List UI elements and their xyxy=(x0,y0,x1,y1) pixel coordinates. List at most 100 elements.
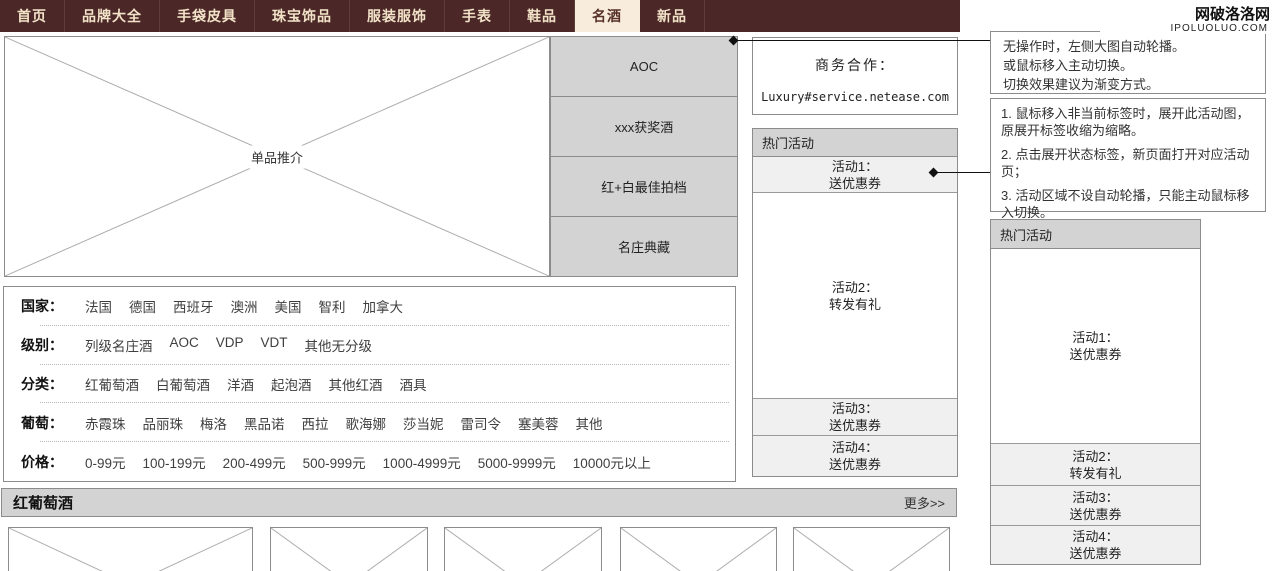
filter-label-grape: 葡萄： xyxy=(21,414,63,431)
filter-option[interactable]: 其他红酒 xyxy=(329,374,383,394)
filter-option[interactable]: 智利 xyxy=(319,296,346,316)
filter-row-country: 国家： 法国 德国 西班牙 澳洲 美国 智利 加拿大 xyxy=(4,287,735,326)
filter-option[interactable]: 起泡酒 xyxy=(271,374,312,394)
product-placeholder[interactable] xyxy=(793,527,950,571)
right-activity-tab-2[interactable]: 活动2： 转发有礼 xyxy=(991,444,1200,486)
activity-2-line2: 转发有礼 xyxy=(828,296,881,312)
filter-option[interactable]: 1000-4999元 xyxy=(383,452,461,472)
filter-option[interactable]: 加拿大 xyxy=(363,296,404,316)
carousel-tab-best-pairing[interactable]: 红+白最佳拍档 xyxy=(551,157,737,217)
filter-option[interactable]: 其他 xyxy=(576,413,603,433)
carousel-tab-aoc[interactable]: AOC xyxy=(551,37,737,97)
filter-label-price: 价格： xyxy=(21,453,63,470)
activity-4-line1: 活动4： xyxy=(1072,529,1119,544)
watermark-title: 网破洛洛网 xyxy=(1194,6,1270,23)
right-activity-tab-1-expanded[interactable]: 活动1： 送优惠券 xyxy=(991,249,1200,444)
filter-option[interactable]: VDP xyxy=(216,335,244,355)
nav-item-bags-leather[interactable]: 手袋皮具 xyxy=(160,0,255,32)
hot-activities-panel-hover-state: 热门活动 活动1： 送优惠券 活动2： 转发有礼 活动3： 送优惠券 活动4： … xyxy=(990,219,1201,565)
filter-option[interactable]: 法国 xyxy=(85,296,112,316)
filter-option[interactable]: 澳洲 xyxy=(231,296,258,316)
placeholder-cross-icon xyxy=(9,528,252,571)
carousel-tab-famous-collection[interactable]: 名庄典藏 xyxy=(551,217,737,276)
right-activity-tab-3[interactable]: 活动3： 送优惠券 xyxy=(991,486,1200,526)
filter-option[interactable]: 塞美蓉 xyxy=(518,413,559,433)
filter-option[interactable]: 红葡萄酒 xyxy=(85,374,139,394)
activity-tab-4[interactable]: 活动4： 送优惠券 xyxy=(753,436,957,476)
filter-option[interactable]: 赤霞珠 xyxy=(85,413,126,433)
featured-carousel-placeholder[interactable]: 单品推介 xyxy=(4,36,550,277)
filter-option[interactable]: 0-99元 xyxy=(85,452,126,472)
filter-option[interactable]: 西拉 xyxy=(302,413,329,433)
activity-3-line2: 送优惠券 xyxy=(828,418,881,433)
product-placeholder[interactable] xyxy=(620,527,777,571)
watermark-domain: IPOLUOLUO.COM xyxy=(1100,23,1270,34)
activity-tab-1[interactable]: 活动1： 送优惠券 xyxy=(753,157,957,193)
filter-option[interactable]: 10000元以上 xyxy=(573,452,651,472)
annotation-box-activities: 1. 鼠标移入非当前标签时，展开此活动图，原展开标签收缩为缩略。 2. 点击展开… xyxy=(990,98,1266,220)
top-nav: 首页 品牌大全 手袋皮具 珠宝饰品 服装服饰 手表 鞋品 名酒 新品 xyxy=(0,0,960,32)
filter-option[interactable]: 雷司令 xyxy=(461,413,502,433)
section-title-red-wine: 红葡萄酒 xyxy=(13,495,74,512)
filter-option[interactable]: 洋酒 xyxy=(227,374,254,394)
nav-item-watches[interactable]: 手表 xyxy=(445,0,510,32)
right-activity-tab-4[interactable]: 活动4： 送优惠券 xyxy=(991,526,1200,564)
product-placeholder[interactable] xyxy=(444,527,602,571)
business-coop-email: Luxury#service.netease.com xyxy=(761,90,949,104)
hot-activities-panel: 热门活动 活动1： 送优惠券 活动2： 转发有礼 活动3： 送优惠券 活动4： … xyxy=(752,128,958,477)
nav-item-jewelry[interactable]: 珠宝饰品 xyxy=(255,0,350,32)
red-wine-section-bar: 红葡萄酒 更多>> xyxy=(1,488,957,517)
activity-2-line1: 活动2： xyxy=(831,279,879,295)
activity-3-line1: 活动3： xyxy=(831,401,879,416)
activity-1-line1: 活动1： xyxy=(831,158,879,174)
filter-option[interactable]: 200-499元 xyxy=(223,452,286,472)
filter-option[interactable]: AOC xyxy=(170,335,199,355)
filter-row-price: 价格： 0-99元 100-199元 200-499元 500-999元 100… xyxy=(4,442,735,481)
product-placeholder[interactable] xyxy=(8,527,253,571)
filter-option[interactable]: 黑品诺 xyxy=(244,413,285,433)
nav-item-home[interactable]: 首页 xyxy=(0,0,65,32)
filter-option[interactable]: 美国 xyxy=(275,296,302,316)
filter-option[interactable]: 梅洛 xyxy=(200,413,227,433)
filter-option[interactable]: 500-999元 xyxy=(303,452,366,472)
filter-row-category: 分类： 红葡萄酒 白葡萄酒 洋酒 起泡酒 其他红酒 酒具 xyxy=(4,365,735,404)
filter-option[interactable]: 100-199元 xyxy=(143,452,206,472)
filter-option[interactable]: 歌海娜 xyxy=(346,413,387,433)
filter-option[interactable]: 列级名庄酒 xyxy=(85,335,153,355)
carousel-tab-award-wine[interactable]: xxx获奖酒 xyxy=(551,97,737,157)
nav-item-new[interactable]: 新品 xyxy=(640,0,705,32)
activity-4-line2: 送优惠券 xyxy=(1069,546,1122,561)
annotation-connector-carousel xyxy=(728,35,990,46)
filter-option[interactable]: VDT xyxy=(261,335,288,355)
nav-item-apparel[interactable]: 服装服饰 xyxy=(350,0,445,32)
business-coop-box: 商务合作： Luxury#service.netease.com xyxy=(752,37,958,115)
filter-option[interactable]: 德国 xyxy=(129,296,156,316)
product-placeholder[interactable] xyxy=(270,527,428,571)
filter-option[interactable]: 酒具 xyxy=(400,374,427,394)
carousel-tab-column: AOC xxx获奖酒 红+白最佳拍档 名庄典藏 xyxy=(550,36,738,277)
annotation-line: 无操作时，左侧大图自动轮播。 xyxy=(1003,39,1186,54)
more-link[interactable]: 更多>> xyxy=(904,493,945,512)
filter-option[interactable]: 莎当妮 xyxy=(403,413,444,433)
filter-option[interactable]: 5000-9999元 xyxy=(478,452,556,472)
filter-options-category: 红葡萄酒 白葡萄酒 洋酒 起泡酒 其他红酒 酒具 xyxy=(85,374,427,394)
hot-activities-header: 热门活动 xyxy=(753,129,957,157)
activity-4-line1: 活动4： xyxy=(831,440,879,455)
business-coop-title: 商务合作： xyxy=(815,57,895,73)
nav-item-wine-active[interactable]: 名酒 xyxy=(575,0,640,32)
activity-3-line1: 活动3： xyxy=(1072,489,1119,505)
nav-item-shoes[interactable]: 鞋品 xyxy=(510,0,575,32)
filter-option[interactable]: 西班牙 xyxy=(173,296,214,316)
activity-tab-2-expanded[interactable]: 活动2： 转发有礼 xyxy=(753,193,957,399)
activity-tab-3[interactable]: 活动3： 送优惠券 xyxy=(753,399,957,436)
annotation-line: 或鼠标移入主动切换。 xyxy=(1003,58,1134,73)
filter-row-grape: 葡萄： 赤霞珠 品丽珠 梅洛 黑品诺 西拉 歌海娜 莎当妮 雷司令 塞美蓉 其他 xyxy=(4,403,735,442)
activity-1-line1: 活动1： xyxy=(1072,330,1119,345)
filter-option[interactable]: 品丽珠 xyxy=(143,413,184,433)
filter-option[interactable]: 白葡萄酒 xyxy=(156,374,210,394)
hot-activities-header: 热门活动 xyxy=(991,220,1200,249)
filter-option[interactable]: 其他无分级 xyxy=(305,335,373,355)
nav-item-brands[interactable]: 品牌大全 xyxy=(65,0,160,32)
activity-1-line2: 送优惠券 xyxy=(1069,347,1122,362)
annotation-item: 2. 点击展开状态标签，新页面打开对应活动页； xyxy=(1001,147,1250,179)
